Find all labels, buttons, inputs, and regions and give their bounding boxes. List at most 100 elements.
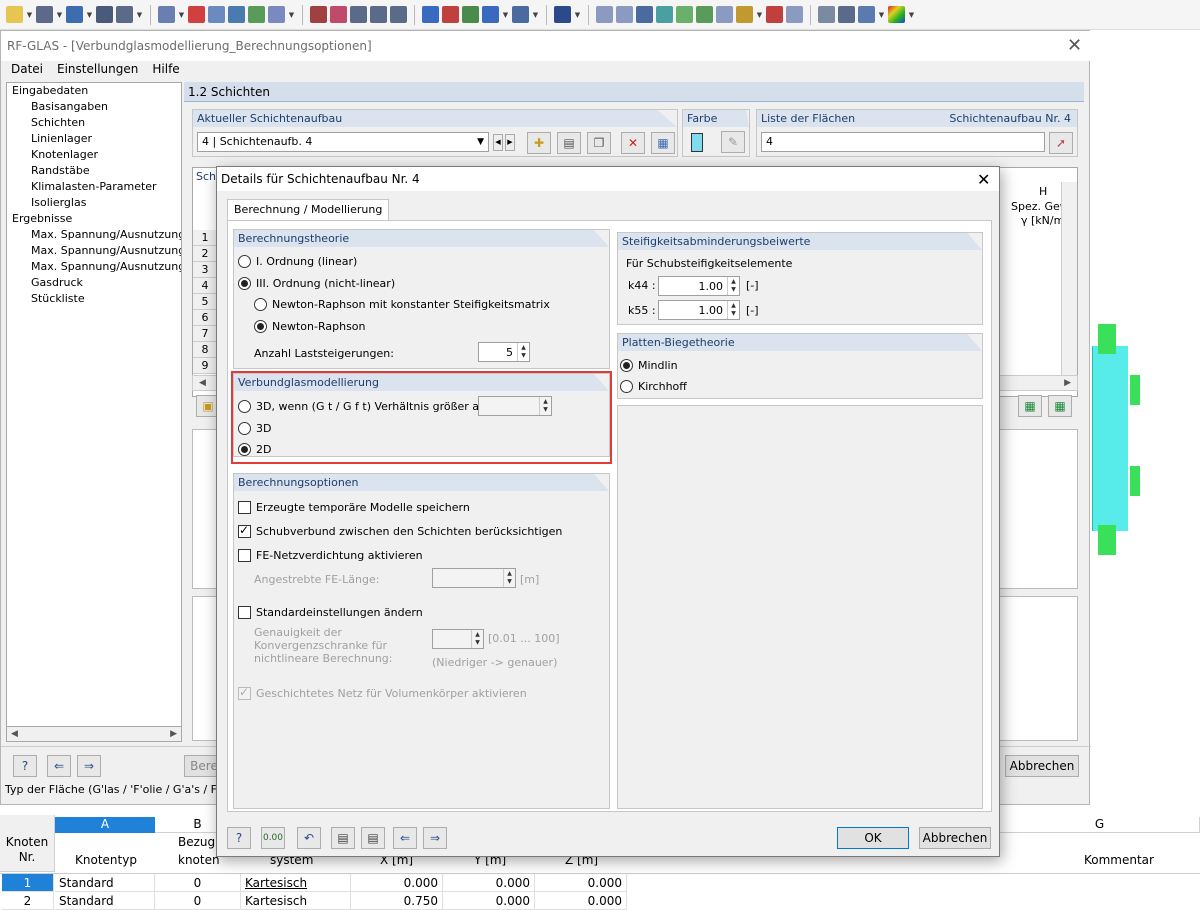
cube-icon[interactable] — [350, 6, 367, 23]
menu-datei[interactable]: Datei — [11, 62, 43, 76]
excel-export-icon[interactable]: ▦ — [1018, 395, 1042, 417]
k44-spinner[interactable]: 1.00 ▲ ▼ — [658, 276, 740, 296]
nav-item[interactable]: Stückliste — [7, 291, 181, 307]
guide-icon[interactable] — [786, 6, 803, 23]
cell-typ[interactable]: Standard — [55, 892, 155, 910]
chk-fe-mesh-box[interactable] — [238, 548, 251, 562]
cell-typ[interactable]: Standard — [55, 874, 155, 892]
col-g-header[interactable]: G — [1000, 817, 1200, 833]
member-icon[interactable] — [696, 6, 713, 23]
chk-layered-mesh[interactable]: Geschichtetes Netz für Volumenkörper akt… — [238, 684, 527, 702]
chk-shear-box[interactable] — [238, 523, 251, 538]
mesh-icon[interactable] — [228, 6, 245, 23]
check-icon[interactable] — [66, 6, 83, 23]
delete-icon[interactable]: ✕ — [621, 132, 645, 154]
select-icon[interactable] — [158, 6, 175, 23]
nav-item[interactable]: Max. Spannung/Ausnutzung be — [7, 227, 181, 243]
chk-defaults[interactable]: Standardeinstellungen ändern — [238, 603, 423, 621]
layer-row-number[interactable]: 6 — [193, 310, 217, 326]
nav-scrollbar[interactable]: ◀ ▶ — [6, 726, 182, 742]
cube3-icon[interactable] — [390, 6, 407, 23]
layer-row-number[interactable]: 2 — [193, 246, 217, 262]
surface-icon[interactable] — [656, 6, 673, 23]
nav-item[interactable]: Linienlager — [7, 131, 181, 147]
layer-prev[interactable]: ◀ — [493, 134, 503, 151]
layer-row-number[interactable]: 7 — [193, 326, 217, 342]
nav-item[interactable]: Knotenlager — [7, 147, 181, 163]
nav-item[interactable]: Max. Spannung/Ausnutzung sc — [7, 259, 181, 275]
chk-shear[interactable]: Schubverbund zwischen den Schichten berü… — [238, 522, 562, 540]
radio-nr[interactable]: Newton-Raphson — [254, 317, 366, 335]
view-icon[interactable] — [268, 6, 285, 23]
chk-save-temp-box[interactable] — [238, 500, 251, 514]
col-a-header[interactable]: A — [55, 817, 155, 833]
render-icon[interactable] — [248, 6, 265, 23]
menu-einstellungen[interactable]: Einstellungen — [57, 62, 138, 76]
axis4-icon[interactable] — [482, 6, 499, 23]
report-icon[interactable] — [818, 6, 835, 23]
save-icon[interactable] — [96, 6, 113, 23]
spin-arrows-icon[interactable]: ▲ ▼ — [471, 630, 483, 648]
axis2-icon[interactable] — [442, 6, 459, 23]
surfaces-input[interactable]: 4 — [761, 132, 1045, 152]
cell-system[interactable]: Kartesisch — [241, 874, 351, 892]
spin-arrows-icon[interactable]: ▲ ▼ — [503, 569, 515, 587]
tab-berechnung[interactable]: Berechnung / Modellierung — [227, 199, 390, 221]
table-row[interactable]: 1 Standard 0 Kartesisch 0.000 0.000 0.00… — [0, 873, 1200, 892]
chk-fe-mesh[interactable]: FE-Netzverdichtung aktivieren — [238, 546, 423, 564]
nav-item[interactable]: Eingabedaten — [7, 83, 181, 99]
layer-row-number[interactable]: 9 — [193, 358, 217, 374]
layer-next[interactable]: ▶ — [505, 134, 515, 151]
layer-row-number[interactable]: 3 — [193, 262, 217, 278]
table-row[interactable]: 2 Standard 0 Kartesisch 0.750 0.000 0.00… — [0, 892, 1200, 910]
save-default-icon[interactable]: ▤ — [361, 827, 385, 849]
copy-icon[interactable]: ❐ — [587, 132, 611, 154]
axis-icon[interactable] — [422, 6, 439, 23]
table-vscroll[interactable] — [1061, 182, 1077, 378]
tools-icon[interactable] — [310, 6, 327, 23]
back-icon[interactable]: ⇐ — [393, 827, 417, 849]
new-layer-icon[interactable]: ✚ — [527, 132, 551, 154]
radio-mindlin-circle[interactable] — [620, 358, 633, 372]
cell-x[interactable]: 0.000 — [351, 874, 443, 892]
back-icon[interactable]: ⇐ — [47, 755, 71, 777]
reset-icon[interactable]: ↶ — [297, 827, 321, 849]
radio-linear-circle[interactable] — [238, 254, 251, 268]
settings-icon[interactable] — [554, 6, 571, 23]
library-icon[interactable]: ▦ — [651, 132, 675, 154]
nav-item[interactable]: Max. Spannung/Ausnutzung flä — [7, 243, 181, 259]
layer-row-number[interactable]: 1 — [193, 230, 217, 246]
load-icon[interactable] — [636, 6, 653, 23]
help-icon[interactable]: ? — [227, 827, 251, 849]
nav-item[interactable]: Gasdruck — [7, 275, 181, 291]
cell-z[interactable]: 0.000 — [535, 892, 627, 910]
radio-linear[interactable]: I. Ordnung (linear) — [238, 252, 357, 270]
nav-item[interactable]: Ergebnisse — [7, 211, 181, 227]
chk-layered-mesh-box[interactable] — [238, 685, 251, 700]
layer-select[interactable]: 4 | Schichtenaufb. 4 ▼ — [197, 132, 489, 152]
forward-icon[interactable]: ⇒ — [423, 827, 447, 849]
radio-nr-circle[interactable] — [254, 319, 267, 333]
table-icon[interactable] — [736, 6, 753, 23]
measure-icon[interactable] — [512, 6, 529, 23]
dim-icon[interactable] — [766, 6, 783, 23]
cell-y[interactable]: 0.000 — [443, 874, 535, 892]
open-icon[interactable] — [36, 6, 53, 23]
solid-icon[interactable] — [676, 6, 693, 23]
cube2-icon[interactable] — [370, 6, 387, 23]
spin-arrows-icon[interactable]: ▲ ▼ — [727, 277, 739, 295]
node-icon[interactable] — [188, 6, 205, 23]
radio-nonlinear[interactable]: III. Ordnung (nicht-linear) — [238, 274, 395, 292]
zoom-icon[interactable] — [330, 6, 347, 23]
pick-surfaces-icon[interactable]: ➚ — [1049, 132, 1073, 154]
excel-import-icon[interactable]: ▦ — [1048, 395, 1072, 417]
new-icon[interactable] — [6, 6, 23, 23]
cell-x[interactable]: 0.750 — [351, 892, 443, 910]
radio-nonlinear-circle[interactable] — [238, 276, 251, 290]
import-icon[interactable]: ▤ — [557, 132, 581, 154]
accuracy-spinner[interactable]: ▲ ▼ — [432, 629, 484, 649]
ok-button[interactable]: OK — [837, 827, 909, 849]
wand-icon[interactable] — [858, 6, 875, 23]
radio-kirchhoff[interactable]: Kirchhoff — [620, 377, 687, 395]
k55-spinner[interactable]: 1.00 ▲ ▼ — [658, 300, 740, 320]
